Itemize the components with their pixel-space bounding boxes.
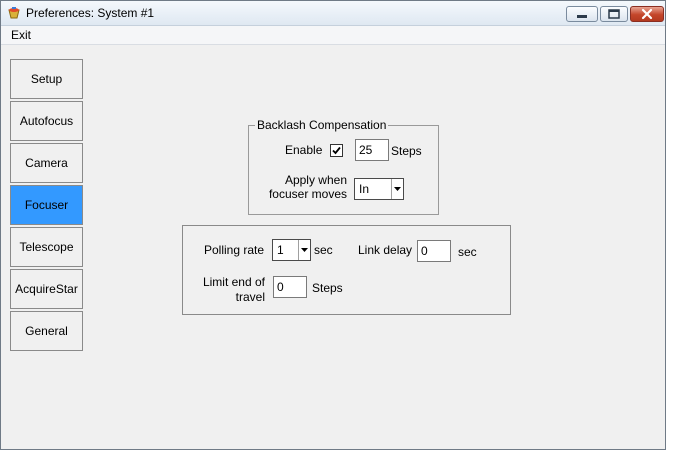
backlash-steps-unit: Steps (391, 144, 422, 158)
preferences-window: Preferences: System #1 Exit Setup Autofo… (0, 0, 666, 450)
link-delay-label: Link delay (358, 243, 413, 257)
limit-travel-input[interactable]: 0 (273, 276, 307, 298)
minimize-icon (577, 15, 587, 18)
nav-button-setup[interactable]: Setup (10, 59, 83, 99)
polling-rate-unit: sec (314, 243, 333, 257)
menu-exit[interactable]: Exit (11, 28, 31, 42)
title-bar[interactable]: Preferences: System #1 (1, 1, 665, 26)
apply-direction-select[interactable]: In (354, 178, 404, 200)
maximize-button[interactable] (600, 6, 628, 22)
polling-rate-value: 1 (277, 243, 284, 257)
chevron-down-icon[interactable] (298, 240, 310, 260)
close-icon (641, 8, 653, 20)
polling-rate-label: Polling rate (204, 243, 265, 257)
backlash-steps-input[interactable]: 25 (355, 139, 389, 161)
maximize-icon (608, 9, 620, 19)
enable-checkbox[interactable] (330, 144, 343, 157)
window-title: Preferences: System #1 (26, 6, 155, 20)
nav-button-camera[interactable]: Camera (10, 143, 83, 183)
polling-rate-select[interactable]: 1 (272, 239, 311, 261)
limit-travel-label-line1: Limit end of (202, 275, 265, 289)
menu-bar: Exit (1, 26, 665, 45)
limit-travel-unit: Steps (312, 281, 343, 295)
nav-button-autofocus[interactable]: Autofocus (10, 101, 83, 141)
minimize-button[interactable] (566, 6, 598, 22)
nav-button-focuser[interactable]: Focuser (10, 185, 83, 225)
backlash-legend: Backlash Compensation (257, 118, 387, 132)
limit-travel-label-line2: travel (235, 290, 265, 304)
link-delay-input[interactable]: 0 (417, 240, 451, 262)
apply-direction-value: In (359, 182, 370, 196)
checkmark-icon (332, 146, 341, 155)
close-button[interactable] (630, 6, 664, 22)
nav-button-acquirestar[interactable]: AcquireStar (10, 269, 83, 309)
link-delay-unit: sec (458, 245, 477, 259)
chevron-down-icon[interactable] (391, 179, 403, 199)
enable-label: Enable (285, 143, 323, 157)
app-icon[interactable] (7, 6, 21, 20)
apply-when-label-line1: Apply when (284, 173, 347, 187)
nav-button-general[interactable]: General (10, 311, 83, 351)
apply-when-label-line2: focuser moves (268, 187, 347, 201)
nav-button-telescope[interactable]: Telescope (10, 227, 83, 267)
